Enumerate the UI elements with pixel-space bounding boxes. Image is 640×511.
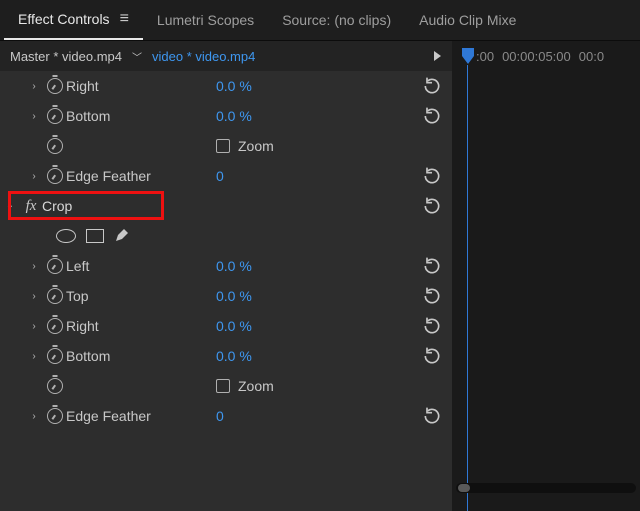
fx-icon[interactable]: fx (26, 198, 37, 215)
reset-button[interactable] (412, 346, 452, 366)
effect-row-crop[interactable]: ⌄ fx Crop (0, 191, 452, 221)
param-label: Zoom (238, 378, 274, 394)
param-value[interactable]: 0.0 % (216, 318, 412, 334)
param-value[interactable]: 0.0 % (216, 348, 412, 364)
stopwatch-icon[interactable] (47, 378, 63, 394)
chevron-right-icon[interactable]: › (24, 111, 44, 122)
param-value[interactable]: 0.0 % (216, 258, 412, 274)
scrollbar-thumb[interactable] (458, 484, 470, 492)
param-label: Left (66, 258, 216, 274)
stopwatch-icon[interactable] (47, 78, 63, 94)
reset-button[interactable] (412, 196, 452, 216)
reset-button[interactable] (412, 406, 452, 426)
pen-mask-icon[interactable] (114, 227, 130, 246)
main-content: Master * video.mp4 ﹀ video * video.mp4 ›… (0, 41, 640, 511)
tab-label: Effect Controls (18, 11, 110, 27)
param-row-zoom: Zoom (0, 371, 452, 401)
param-row-left: › Left 0.0 % (0, 251, 452, 281)
timeline-panel: :00 00:00:05:00 00:0 (452, 41, 640, 511)
param-label: Edge Feather (66, 168, 216, 184)
timecode: :00 (476, 49, 494, 64)
stopwatch-icon[interactable] (47, 258, 63, 274)
stopwatch-icon[interactable] (47, 318, 63, 334)
stopwatch-icon[interactable] (47, 408, 63, 424)
param-value[interactable]: 0 (216, 168, 412, 184)
chevron-right-icon[interactable]: › (24, 291, 44, 302)
param-label: Edge Feather (66, 408, 216, 424)
source-bar: Master * video.mp4 ﹀ video * video.mp4 (0, 41, 452, 71)
chevron-right-icon[interactable]: › (24, 321, 44, 332)
reset-button[interactable] (412, 76, 452, 96)
timeline-scrollbar[interactable] (456, 483, 636, 493)
effect-controls-panel: Master * video.mp4 ﹀ video * video.mp4 ›… (0, 41, 452, 511)
properties-panel: › Right 0.0 % › Bottom 0.0 % (0, 71, 452, 511)
reset-button[interactable] (412, 256, 452, 276)
chevron-right-icon[interactable]: › (24, 171, 44, 182)
param-label: Bottom (66, 108, 216, 124)
param-row-top: › Top 0.0 % (0, 281, 452, 311)
tab-lumetri-scopes[interactable]: Lumetri Scopes (143, 2, 268, 38)
chevron-right-icon[interactable]: › (24, 411, 44, 422)
effect-name: Crop (42, 198, 192, 214)
chevron-right-icon[interactable]: › (24, 351, 44, 362)
tab-audio-clip-mixer[interactable]: Audio Clip Mixe (405, 2, 530, 38)
stopwatch-icon[interactable] (47, 348, 63, 364)
panel-tabs: Effect Controls ≡ Lumetri Scopes Source:… (0, 0, 640, 40)
zoom-checkbox-wrap[interactable]: Zoom (216, 138, 412, 154)
chevron-right-icon[interactable]: › (24, 81, 44, 92)
timecode: 00:00:05:00 (502, 49, 571, 64)
checkbox-icon[interactable] (216, 379, 230, 393)
reset-button[interactable] (412, 166, 452, 186)
chevron-down-icon[interactable]: ﹀ (132, 49, 142, 64)
timeline-ruler[interactable]: :00 00:00:05:00 00:0 (452, 41, 640, 71)
panel-menu-icon[interactable]: ≡ (120, 10, 129, 28)
param-value[interactable]: 0 (216, 408, 412, 424)
reset-button[interactable] (412, 106, 452, 126)
mask-tools-row (0, 221, 452, 251)
stopwatch-icon[interactable] (47, 138, 63, 154)
param-row-edge-feather: › Edge Feather 0 (0, 401, 452, 431)
stopwatch-icon[interactable] (47, 288, 63, 304)
param-label: Right (66, 78, 216, 94)
param-label: Bottom (66, 348, 216, 364)
timecode: 00:0 (579, 49, 604, 64)
param-row-bottom: › Bottom 0.0 % (0, 101, 452, 131)
tab-effect-controls[interactable]: Effect Controls ≡ (4, 0, 143, 40)
param-row-right: › Right 0.0 % (0, 71, 452, 101)
param-row-right: › Right 0.0 % (0, 311, 452, 341)
rectangle-mask-icon[interactable] (86, 229, 104, 243)
stopwatch-icon[interactable] (47, 168, 63, 184)
param-row-zoom: Zoom (0, 131, 452, 161)
param-row-edge-feather: › Edge Feather 0 (0, 161, 452, 191)
param-label: Right (66, 318, 216, 334)
param-value[interactable]: 0.0 % (216, 288, 412, 304)
sequence-clip-name[interactable]: video * video.mp4 (152, 49, 255, 64)
param-label: Top (66, 288, 216, 304)
reset-button[interactable] (412, 286, 452, 306)
chevron-down-icon[interactable]: ⌄ (0, 200, 20, 211)
tab-source[interactable]: Source: (no clips) (268, 2, 405, 38)
chevron-right-icon[interactable]: › (24, 261, 44, 272)
playhead-line[interactable] (467, 65, 468, 511)
ellipse-mask-icon[interactable] (56, 229, 76, 243)
reset-button[interactable] (412, 316, 452, 336)
stopwatch-icon[interactable] (47, 108, 63, 124)
param-value[interactable]: 0.0 % (216, 78, 412, 94)
playhead-icon[interactable] (460, 47, 476, 65)
param-label: Zoom (238, 138, 274, 154)
master-clip-name[interactable]: Master * video.mp4 (10, 49, 122, 64)
param-row-bottom: › Bottom 0.0 % (0, 341, 452, 371)
play-icon[interactable] (428, 47, 446, 65)
param-value[interactable]: 0.0 % (216, 108, 412, 124)
zoom-checkbox-wrap[interactable]: Zoom (216, 378, 412, 394)
checkbox-icon[interactable] (216, 139, 230, 153)
